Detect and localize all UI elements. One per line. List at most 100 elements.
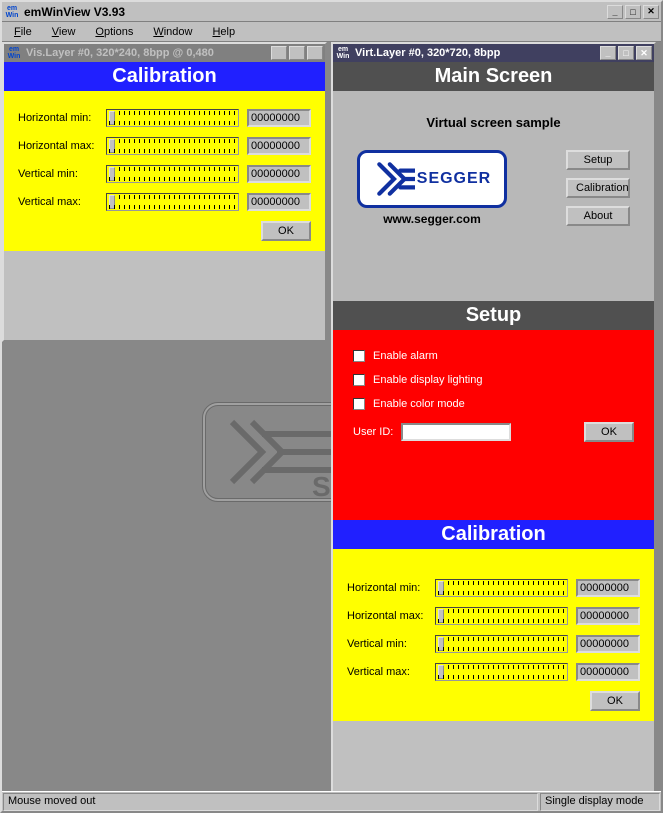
menu-view[interactable]: View bbox=[44, 24, 84, 40]
child-maximize-button[interactable]: □ bbox=[289, 46, 305, 60]
calibration-header: Calibration bbox=[4, 62, 325, 91]
window-icon: emWin bbox=[335, 45, 351, 61]
slider-hmin[interactable] bbox=[435, 579, 568, 597]
child-close-button[interactable]: ✕ bbox=[636, 46, 652, 60]
calib-row-vmin: Vertical min: 00000000 bbox=[18, 165, 311, 183]
child-minimize-button[interactable]: _ bbox=[271, 46, 287, 60]
calib2-row-vmax: Vertical max: 00000000 bbox=[347, 663, 640, 681]
check-label: Enable color mode bbox=[373, 398, 465, 410]
child-maximize-button[interactable]: □ bbox=[618, 46, 634, 60]
calibration-button[interactable]: Calibration bbox=[566, 178, 630, 198]
user-id-label: User ID: bbox=[353, 426, 393, 438]
maximize-button[interactable]: □ bbox=[625, 5, 641, 19]
calib-value: 00000000 bbox=[247, 137, 311, 155]
app-title: emWinView V3.93 bbox=[24, 5, 607, 19]
window-virt-layer-body: Main Screen Virtual screen sample bbox=[333, 62, 654, 791]
slider-hmax[interactable] bbox=[106, 137, 239, 155]
calibration2-panel: Horizontal min: 00000000 Horizontal max:… bbox=[333, 549, 654, 721]
calib-label: Horizontal max: bbox=[347, 610, 427, 622]
app-window: emWin emWinView V3.93 _ □ ✕ File View Op… bbox=[0, 0, 663, 813]
menu-window[interactable]: Window bbox=[145, 24, 200, 40]
status-bar: Mouse moved out Single display mode bbox=[2, 791, 661, 811]
window-vis-layer-title: Vis.Layer #0, 320*240, 8bpp @ 0,480 bbox=[26, 47, 271, 59]
logo-url: www.segger.com bbox=[357, 212, 507, 226]
status-right: Single display mode bbox=[540, 793, 660, 811]
checkbox-icon[interactable] bbox=[353, 374, 365, 386]
check-label: Enable display lighting bbox=[373, 374, 482, 386]
main-screen-panel: Virtual screen sample bbox=[333, 91, 654, 301]
slider-vmin[interactable] bbox=[435, 635, 568, 653]
app-title-bar: emWin emWinView V3.93 _ □ ✕ bbox=[2, 2, 661, 22]
calib2-row-vmin: Vertical min: 00000000 bbox=[347, 635, 640, 653]
checkbox-icon[interactable] bbox=[353, 398, 365, 410]
window-virt-layer-title-bar[interactable]: emWin Virt.Layer #0, 320*720, 8bpp _ □ ✕ bbox=[333, 44, 654, 62]
menu-bar: File View Options Window Help bbox=[2, 22, 661, 42]
app-icon: emWin bbox=[4, 4, 20, 20]
child-minimize-button[interactable]: _ bbox=[600, 46, 616, 60]
calib-value: 00000000 bbox=[247, 193, 311, 211]
about-button[interactable]: About bbox=[566, 206, 630, 226]
slider-thumb[interactable] bbox=[109, 111, 115, 125]
user-id-input[interactable] bbox=[401, 423, 511, 441]
mdi-client: SE emWin Vis.Layer #0, 320*240, 8bpp @ 0… bbox=[2, 42, 661, 791]
window-icon: emWin bbox=[6, 45, 22, 61]
slider-thumb[interactable] bbox=[438, 665, 444, 679]
calib-row-hmax: Horizontal max: 00000000 bbox=[18, 137, 311, 155]
slider-thumb[interactable] bbox=[109, 195, 115, 209]
slider-thumb[interactable] bbox=[438, 581, 444, 595]
menu-options[interactable]: Options bbox=[87, 24, 141, 40]
calib-label: Vertical min: bbox=[347, 638, 427, 650]
calib-value: 00000000 bbox=[247, 109, 311, 127]
segger-arrow-icon bbox=[373, 158, 415, 200]
calib-label: Horizontal max: bbox=[18, 140, 98, 152]
window-virt-layer-title: Virt.Layer #0, 320*720, 8bpp bbox=[355, 47, 600, 59]
calib-row-hmin: Horizontal min: 00000000 bbox=[18, 109, 311, 127]
window-virt-layer: emWin Virt.Layer #0, 320*720, 8bpp _ □ ✕… bbox=[331, 42, 656, 791]
calib-value: 00000000 bbox=[576, 607, 640, 625]
slider-thumb[interactable] bbox=[438, 609, 444, 623]
calib-value: 00000000 bbox=[247, 165, 311, 183]
check-enable-alarm[interactable]: Enable alarm bbox=[353, 350, 634, 362]
calib-value: 00000000 bbox=[576, 579, 640, 597]
setup-header: Setup bbox=[333, 301, 654, 330]
slider-vmax[interactable] bbox=[435, 663, 568, 681]
calibration2-ok-button[interactable]: OK bbox=[590, 691, 640, 711]
calibration-ok-button[interactable]: OK bbox=[261, 221, 311, 241]
calib-label: Horizontal min: bbox=[18, 112, 98, 124]
close-button[interactable]: ✕ bbox=[643, 5, 659, 19]
slider-thumb[interactable] bbox=[109, 139, 115, 153]
checkbox-icon[interactable] bbox=[353, 350, 365, 362]
slider-thumb[interactable] bbox=[438, 637, 444, 651]
calib2-row-hmax: Horizontal max: 00000000 bbox=[347, 607, 640, 625]
logo-text: SEGGER bbox=[417, 170, 491, 188]
calibration-panel: Horizontal min: 00000000 Horizontal max:… bbox=[4, 91, 325, 251]
calib-label: Vertical max: bbox=[18, 196, 98, 208]
setup-ok-button[interactable]: OK bbox=[584, 422, 634, 442]
calib2-row-hmin: Horizontal min: 00000000 bbox=[347, 579, 640, 597]
slider-vmin[interactable] bbox=[106, 165, 239, 183]
window-vis-layer-title-bar[interactable]: emWin Vis.Layer #0, 320*240, 8bpp @ 0,48… bbox=[4, 44, 325, 62]
setup-panel: Enable alarm Enable display lighting Ena… bbox=[333, 330, 654, 520]
check-enable-color[interactable]: Enable color mode bbox=[353, 398, 634, 410]
slider-vmax[interactable] bbox=[106, 193, 239, 211]
segger-logo: SEGGER bbox=[357, 150, 507, 208]
calib-value: 00000000 bbox=[576, 663, 640, 681]
calib-label: Horizontal min: bbox=[347, 582, 427, 594]
child-close-button[interactable]: ✕ bbox=[307, 46, 323, 60]
menu-file[interactable]: File bbox=[6, 24, 40, 40]
status-left: Mouse moved out bbox=[3, 793, 538, 811]
calib-row-vmax: Vertical max: 00000000 bbox=[18, 193, 311, 211]
menu-help[interactable]: Help bbox=[204, 24, 243, 40]
main-screen-header: Main Screen bbox=[333, 62, 654, 91]
window-vis-layer-body: Calibration Horizontal min: 00000000 Hor… bbox=[4, 62, 325, 340]
minimize-button[interactable]: _ bbox=[607, 5, 623, 19]
calibration2-header: Calibration bbox=[333, 520, 654, 549]
setup-button[interactable]: Setup bbox=[566, 150, 630, 170]
main-sample-text: Virtual screen sample bbox=[347, 115, 640, 130]
check-enable-lighting[interactable]: Enable display lighting bbox=[353, 374, 634, 386]
slider-thumb[interactable] bbox=[109, 167, 115, 181]
calib-label: Vertical min: bbox=[18, 168, 98, 180]
check-label: Enable alarm bbox=[373, 350, 438, 362]
slider-hmin[interactable] bbox=[106, 109, 239, 127]
slider-hmax[interactable] bbox=[435, 607, 568, 625]
